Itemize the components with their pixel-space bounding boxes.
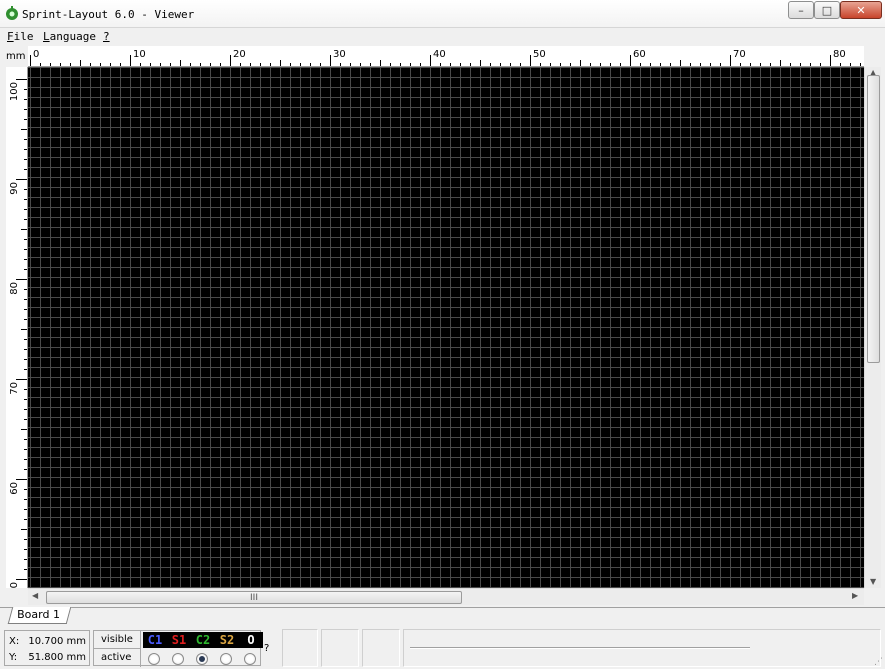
layer-active-radio-c2[interactable] bbox=[196, 653, 208, 665]
status-bar: X: 10.700 mm Y: 51.800 mm visible active… bbox=[0, 626, 885, 669]
layer-visible-s2[interactable]: S2 bbox=[215, 632, 239, 648]
scroll-right-icon[interactable]: ▶ bbox=[852, 591, 858, 600]
visible-label: visible bbox=[94, 631, 141, 649]
menu-language[interactable]: Language bbox=[43, 30, 96, 43]
scroll-down-icon[interactable]: ▼ bbox=[870, 577, 876, 586]
y-value: 51.800 mm bbox=[28, 652, 86, 663]
status-panel-3 bbox=[362, 629, 400, 667]
layer-visible-s1[interactable]: S1 bbox=[167, 632, 191, 648]
ruler-label-x: 40 bbox=[433, 49, 446, 60]
menu-file-mnemonic: F bbox=[7, 30, 14, 43]
board-tab-strip: Board 1 bbox=[0, 607, 885, 625]
ruler-label-y: 80 bbox=[9, 282, 20, 295]
maximize-icon: □ bbox=[822, 4, 832, 17]
scroll-grip-icon: III bbox=[250, 593, 258, 603]
title-bar: Sprint-Layout 6.0 - Viewer – □ ✕ bbox=[0, 0, 885, 28]
app-icon bbox=[4, 5, 20, 21]
tab-label: Board 1 bbox=[17, 607, 60, 623]
vertical-scrollbar[interactable]: ▲ ▼ bbox=[864, 67, 881, 588]
ruler-label-y: 70 bbox=[9, 382, 20, 395]
ruler-label-x: 0 bbox=[33, 49, 39, 60]
ruler-label-y: 60 bbox=[9, 482, 20, 495]
status-panel-1 bbox=[282, 629, 318, 667]
close-button[interactable]: ✕ bbox=[840, 1, 882, 19]
menu-file-rest: ile bbox=[14, 30, 34, 43]
ruler-label-x: 20 bbox=[233, 49, 246, 60]
horizontal-scrollbar[interactable]: ◀ III ▶ bbox=[28, 588, 864, 605]
status-panel-4 bbox=[403, 629, 881, 667]
ruler-label-x: 10 bbox=[133, 49, 146, 60]
x-label: X: bbox=[9, 636, 19, 647]
layer-help-button[interactable]: ? bbox=[264, 643, 269, 654]
vertical-scroll-thumb[interactable] bbox=[867, 75, 880, 363]
close-icon: ✕ bbox=[856, 4, 865, 17]
y-label: Y: bbox=[9, 652, 17, 663]
tab-board-1[interactable]: Board 1 bbox=[8, 607, 71, 624]
active-label: active bbox=[94, 649, 141, 667]
layer-active-radio-o[interactable] bbox=[244, 653, 256, 665]
menu-bar: File Language ? bbox=[0, 28, 885, 46]
layer-active-radio-c1[interactable] bbox=[148, 653, 160, 665]
layer-panel: visible active C1S1C2S2O bbox=[93, 630, 261, 666]
menu-help[interactable]: ? bbox=[103, 30, 110, 43]
layer-active-radio-s1[interactable] bbox=[172, 653, 184, 665]
menu-language-mnemonic: L bbox=[43, 30, 50, 43]
ruler-label-x: 60 bbox=[633, 49, 646, 60]
menu-help-mnemonic: ? bbox=[103, 30, 110, 43]
horizontal-ruler: 0 10 20 30 40 50 60 70 80 bbox=[28, 46, 864, 67]
maximize-button[interactable]: □ bbox=[814, 1, 840, 19]
status-divider bbox=[410, 647, 750, 649]
coordinate-readout: X: 10.700 mm Y: 51.800 mm bbox=[4, 630, 90, 666]
ruler-unit: mm bbox=[6, 51, 25, 62]
resize-grip-icon[interactable]: ⋰ bbox=[874, 657, 883, 667]
layer-visible-o[interactable]: O bbox=[239, 632, 263, 648]
minimize-icon: – bbox=[798, 4, 804, 17]
layer-visible-c2[interactable]: C2 bbox=[191, 632, 215, 648]
horizontal-scroll-thumb[interactable]: III bbox=[46, 591, 462, 604]
ruler-label-y: 100 bbox=[9, 82, 20, 101]
menu-file[interactable]: File bbox=[7, 30, 34, 43]
window-title: Sprint-Layout 6.0 - Viewer bbox=[22, 8, 194, 21]
menu-language-rest: anguage bbox=[50, 30, 96, 43]
ruler-label-x: 70 bbox=[733, 49, 746, 60]
minimize-button[interactable]: – bbox=[788, 1, 814, 19]
ruler-label-y: 90 bbox=[9, 182, 20, 195]
board-canvas[interactable] bbox=[28, 67, 864, 588]
ruler-label-x: 50 bbox=[533, 49, 546, 60]
ruler-label-y: 50 bbox=[9, 582, 20, 588]
scroll-left-icon[interactable]: ◀ bbox=[32, 591, 38, 600]
vertical-ruler: 100 90 80 70 60 50 bbox=[6, 67, 28, 588]
ruler-label-x: 30 bbox=[333, 49, 346, 60]
status-panel-2 bbox=[321, 629, 359, 667]
x-value: 10.700 mm bbox=[28, 636, 86, 647]
ruler-label-x: 80 bbox=[833, 49, 846, 60]
layer-active-radio-s2[interactable] bbox=[220, 653, 232, 665]
board-grid bbox=[28, 67, 864, 588]
layer-visible-c1[interactable]: C1 bbox=[143, 632, 167, 648]
